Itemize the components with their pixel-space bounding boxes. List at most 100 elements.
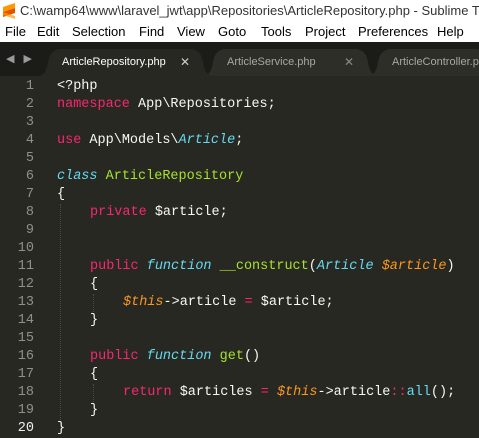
code-line-19: } [90,402,98,420]
punctuation: ; [235,133,244,148]
menu-project[interactable]: Project [305,22,345,42]
title-bar: C:\wamp64\www\laravel_jwt\app\Repositori… [0,0,479,22]
menu-file[interactable]: File [5,22,26,42]
close-icon[interactable]: ✕ [180,48,190,76]
line-number-current: 20 [17,421,34,436]
code-line-8: private $article; [90,204,228,222]
indent-guide [93,294,94,312]
menu-bar: File Edit Selection Find View Goto Tools… [0,22,479,42]
property-access: ->article [317,385,391,400]
code-line-11: public function __construct(Article $art… [90,258,455,276]
code-line-7: { [57,186,65,204]
sublime-text-icon [3,3,15,19]
menu-selection[interactable]: Selection [72,22,125,42]
this-variable: $this [123,295,164,310]
property: $article; [146,205,228,220]
keyword: use [57,133,82,148]
keyword: public [90,349,139,364]
operator: :: [390,385,407,400]
php-open-tag: <?php [57,79,98,94]
line-number-gutter: 1 2 3 4 5 6 7 8 9 10 11 12 13 14 15 16 1… [0,76,40,436]
function-name: get [219,349,244,364]
tab-article-service[interactable]: ArticleService.php ✕ [203,48,378,76]
brace: } [90,403,99,418]
type-hint: Article [316,259,374,274]
line-number: 8 [25,205,34,220]
line-number: 7 [25,187,34,202]
code-line-13: $this->article = $article; [123,294,334,312]
code-line-16: public function get() [90,348,260,366]
menu-edit[interactable]: Edit [37,22,59,42]
menu-view[interactable]: View [177,22,205,42]
property-access: ->article [163,295,245,310]
tab-article-repository[interactable]: ArticleRepository.php ✕ [38,48,213,76]
this-variable: $this [276,385,318,400]
code-line-4: use App\Models\Article; [57,132,243,150]
line-number: 14 [17,313,34,328]
line-number: 17 [17,367,34,382]
line-number: 4 [25,133,34,148]
tab-label: ArticleService.php [227,56,316,68]
punctuation: ( [308,259,317,274]
keyword: function [146,349,212,364]
code-line-14: } [90,312,98,330]
line-number: 5 [25,151,34,166]
menu-find[interactable]: Find [139,22,164,42]
menu-goto[interactable]: Goto [218,22,246,42]
keyword: class [57,169,98,184]
line-number: 10 [17,241,34,256]
line-number: 9 [25,223,34,238]
function-name: __construct [219,259,309,274]
menu-preferences[interactable]: Preferences [358,22,428,42]
code-line-6: class ArticleRepository [57,168,243,186]
brace: { [90,367,99,382]
line-number: 3 [25,115,34,130]
class-ref: Article [178,133,236,148]
code-line-20: } [57,420,65,438]
tab-label: ArticleRepository.php [62,56,166,68]
tab-label: ArticleController.php [392,56,479,68]
line-number: 2 [25,97,34,112]
keyword: function [146,259,212,274]
tab-nav-arrows[interactable]: ◀ ▶ [6,52,35,65]
line-number: 19 [17,403,34,418]
variable: $article; [252,295,334,310]
brace: } [90,313,99,328]
brace: { [90,277,99,292]
line-number: 16 [17,349,34,364]
punctuation: () [243,349,261,364]
window-title: C:\wamp64\www\laravel_jwt\app\Repositori… [20,3,479,18]
namespace-name: App\Repositories; [129,97,276,112]
brace: { [57,187,66,202]
method-call: all [406,385,431,400]
punctuation: ) [446,259,455,274]
code-line-18: return $articles = $this->article::all()… [123,384,455,402]
operator: = [244,295,253,310]
variable: $articles [171,385,261,400]
tab-article-controller[interactable]: ArticleController.php [368,48,479,76]
keyword: return [123,385,172,400]
indent-guide [60,204,61,420]
close-icon[interactable]: ✕ [344,48,354,76]
menu-help[interactable]: Help [437,22,464,42]
menu-tools[interactable]: Tools [261,22,291,42]
punctuation: (); [430,385,456,400]
line-number: 12 [17,277,34,292]
operator: = [260,385,269,400]
line-number: 15 [17,331,34,346]
tab-bar: ◀ ▶ ArticleController.php ArticleService… [0,42,479,76]
line-number: 18 [17,385,34,400]
indent-guide [93,384,94,402]
class-name: ArticleRepository [105,169,244,184]
code-editor[interactable]: <?php namespace App\Repositories; use Ap… [40,76,479,436]
line-number: 6 [25,169,34,184]
code-line-12: { [90,276,98,294]
brace: } [57,421,66,436]
